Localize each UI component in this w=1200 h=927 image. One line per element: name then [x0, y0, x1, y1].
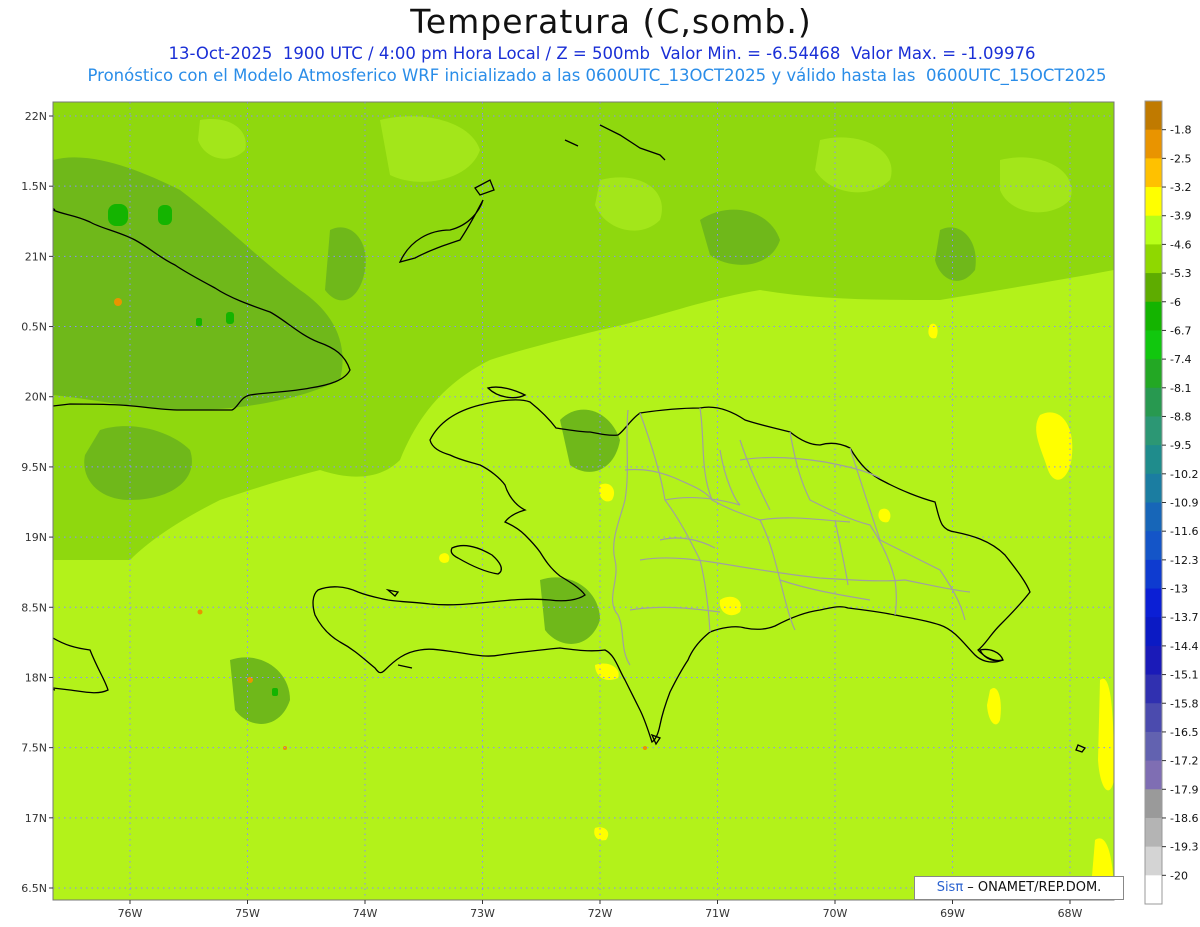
colorbar-swatch — [1145, 330, 1162, 360]
colorbar-swatch — [1145, 760, 1162, 790]
colorbar-label: -15.8 — [1170, 697, 1198, 710]
colorbar-swatch — [1145, 129, 1162, 159]
colorbar-label: -3.2 — [1170, 181, 1191, 194]
colorbar-swatch — [1145, 416, 1162, 446]
lat-label: 17N — [25, 812, 47, 825]
lon-label: 70W — [823, 907, 848, 920]
colorbar-swatch — [1145, 703, 1162, 733]
colorbar-label: -20 — [1170, 869, 1188, 882]
lon-label: 68W — [1058, 907, 1083, 920]
colorbar-label: -8.8 — [1170, 410, 1191, 423]
colorbar-swatch — [1145, 617, 1162, 647]
colorbar-label: -17.9 — [1170, 783, 1198, 796]
lon-label: 74W — [353, 907, 378, 920]
lat-label: 9.5N — [21, 461, 47, 474]
lon-label: 71W — [705, 907, 730, 920]
lat-label: 7.5N — [21, 742, 47, 755]
colorbar-swatch — [1145, 301, 1162, 331]
colorbar-label: -17.2 — [1170, 755, 1198, 768]
colorbar-swatch — [1145, 359, 1162, 389]
lon-label: 75W — [235, 907, 260, 920]
lat-label: 8.5N — [21, 601, 47, 614]
lon-label: 73W — [470, 907, 495, 920]
colorbar-label: -7.4 — [1170, 353, 1191, 366]
colorbar-label: -4.6 — [1170, 238, 1191, 251]
lat-label: 6.5N — [21, 882, 47, 895]
colorbar-label: -14.4 — [1170, 640, 1198, 653]
colorbar-swatch — [1145, 244, 1162, 274]
colorbar-label: -2.5 — [1170, 152, 1191, 165]
colorbar-swatch — [1145, 158, 1162, 188]
lat-label: 20N — [25, 391, 47, 404]
credit-box: Sisπ – ONAMET/REP.DOM. — [914, 876, 1124, 900]
coast-cuba-tip — [53, 207, 56, 691]
colorbar-swatch — [1145, 875, 1162, 905]
lat-label: 22N — [25, 110, 47, 123]
lat-label: 19N — [25, 531, 47, 544]
colorbar-label: -10.2 — [1170, 468, 1198, 481]
colorbar-label: -8.1 — [1170, 382, 1191, 395]
colorbar-swatch — [1145, 588, 1162, 618]
colorbar-swatch — [1145, 273, 1162, 303]
credit-text: – ONAMET/REP.DOM. — [963, 880, 1102, 895]
temperature-field — [53, 102, 1114, 900]
colorbar-label: -11.6 — [1170, 525, 1198, 538]
colorbar-label: -15.1 — [1170, 669, 1198, 682]
lat-label: 18N — [25, 671, 47, 684]
colorbar-swatch — [1145, 645, 1162, 676]
colorbar-swatch — [1145, 559, 1162, 590]
colorbar-label: -19.3 — [1170, 841, 1198, 854]
colorbar-label: -5.3 — [1170, 267, 1191, 280]
colorbar-label: -6.7 — [1170, 324, 1191, 337]
colorbar-label: -6 — [1170, 296, 1181, 309]
colorbar-swatch — [1145, 846, 1162, 876]
colorbar-swatch — [1145, 445, 1162, 475]
lon-label: 72W — [588, 907, 613, 920]
colorbar-swatch — [1145, 817, 1162, 848]
lat-label: 1.5N — [21, 180, 47, 193]
colorbar: -1.8 -2.5 -3.2 -3.9 -4.6 -5.3 -6 -6.7 -7.4 -8.1 -8… — [1144, 100, 1198, 905]
colorbar-swatch — [1145, 101, 1162, 131]
temperature-map: 22N 1.5N 21N 0.5N 20N 9.5N 19N 8.5N 18N 7.5N 17N 6.… — [21, 100, 1198, 920]
colorbar-label: -3.9 — [1170, 210, 1191, 223]
colorbar-swatch — [1145, 502, 1162, 532]
colorbar-label: -13.7 — [1170, 611, 1198, 624]
colorbar-label: -10.9 — [1170, 497, 1198, 510]
credit-brand: Sisπ — [936, 880, 964, 895]
colorbar-swatch — [1145, 187, 1162, 217]
lon-label: 76W — [118, 907, 143, 920]
colorbar-swatch — [1145, 215, 1162, 245]
colorbar-swatch — [1145, 674, 1162, 704]
colorbar-label: -16.5 — [1170, 726, 1198, 739]
colorbar-swatch — [1145, 387, 1162, 417]
colorbar-label: -18.6 — [1170, 812, 1198, 825]
colorbar-swatch — [1145, 473, 1162, 503]
colorbar-label: -13 — [1170, 583, 1188, 596]
lat-label: 21N — [25, 250, 47, 263]
lon-label: 69W — [940, 907, 965, 920]
colorbar-label: -1.8 — [1170, 124, 1191, 137]
lat-label: 0.5N — [21, 321, 47, 334]
colorbar-label: -9.5 — [1170, 439, 1191, 452]
colorbar-label: -12.3 — [1170, 554, 1198, 567]
colorbar-swatch — [1145, 531, 1162, 561]
colorbar-swatch — [1145, 731, 1162, 762]
colorbar-swatch — [1145, 789, 1162, 819]
